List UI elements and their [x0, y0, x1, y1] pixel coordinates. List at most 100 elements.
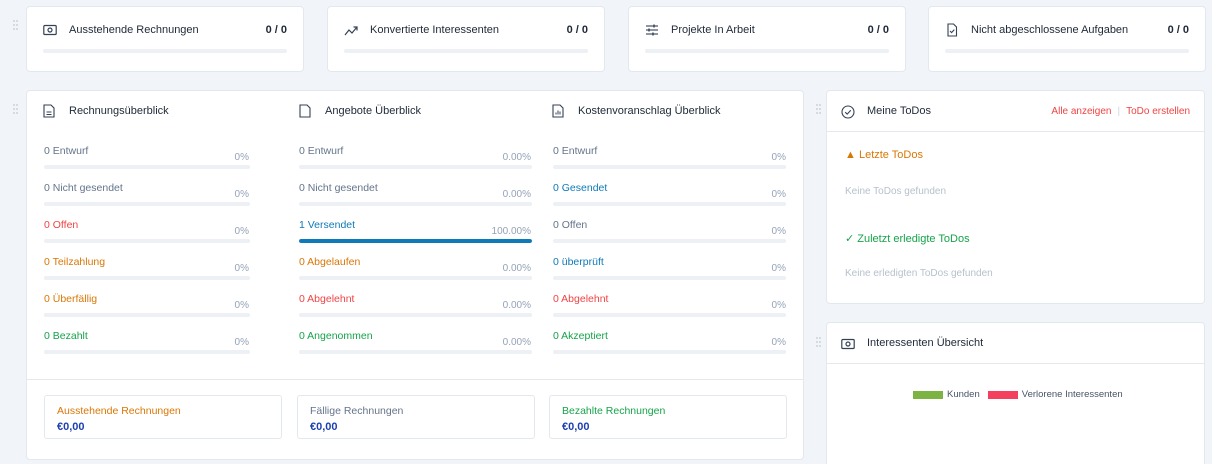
summary-value: €0,00	[562, 421, 590, 433]
money-icon	[43, 24, 57, 36]
quote-status-progress	[299, 313, 532, 317]
quote-status-progress	[299, 202, 532, 206]
stat-card-outstanding-invoices[interactable]: Ausstehende Rechnungen 0 / 0	[26, 6, 304, 72]
section-divider	[827, 363, 1204, 364]
estimate-status-pct: 0%	[771, 226, 786, 237]
stat-count: 0 / 0	[265, 24, 287, 36]
check-icon: ✓	[845, 233, 855, 245]
stat-label: Konvertierte Interessenten	[370, 24, 500, 36]
invoice-status-draft[interactable]: 0 Entwurf	[44, 145, 88, 157]
invoice-status-pct: 0%	[234, 263, 249, 274]
estimate-status-progress	[553, 165, 786, 169]
summary-title: Fällige Rechnungen	[310, 405, 404, 417]
quote-status-not-sent[interactable]: 0 Nicht gesendet	[299, 182, 378, 194]
legend-swatch-lost-leads	[987, 390, 1018, 399]
section-divider	[827, 131, 1204, 132]
quote-status-progress	[299, 350, 532, 354]
finance-overview-card: Rechnungsüberblick 0 Entwurf 0% 0 Nicht …	[26, 90, 804, 460]
leads-overview-card: Interessenten Übersicht Kunden Verlorene…	[826, 322, 1205, 464]
stat-card-projects-in-progress[interactable]: Projekte In Arbeit 0 / 0	[628, 6, 906, 72]
invoice-status-pct: 0%	[234, 300, 249, 311]
drag-handle[interactable]	[13, 104, 19, 114]
quote-status-sent[interactable]: 1 Versendet	[299, 219, 355, 231]
estimate-status-sent[interactable]: 0 Gesendet	[553, 182, 607, 194]
summary-value: €0,00	[310, 421, 338, 433]
estimate-status-reviewed[interactable]: 0 überprüft	[553, 256, 604, 268]
quote-status-accepted[interactable]: 0 Angenommen	[299, 330, 373, 342]
invoice-status-progress	[44, 350, 250, 354]
todos-title: Meine ToDos	[867, 105, 931, 117]
chart-legend: Kunden Verlorene Interessenten	[913, 389, 1123, 400]
estimate-status-pct: 0%	[771, 263, 786, 274]
estimate-status-declined[interactable]: 0 Abgelehnt	[553, 293, 608, 305]
invoice-status-paid[interactable]: 0 Bezahlt	[44, 330, 88, 342]
task-file-icon	[947, 23, 958, 37]
summary-title: Bezahlte Rechnungen	[562, 405, 666, 417]
stat-progress	[344, 49, 588, 53]
latest-todos-empty: Keine ToDos gefunden	[845, 186, 947, 197]
estimate-status-progress	[553, 239, 786, 243]
quotes-overview-heading: Angebote Überblick	[299, 104, 421, 118]
estimates-overview-heading: Kostenvoranschlag Überblick	[552, 104, 720, 118]
link-separator: |	[1117, 106, 1121, 117]
quote-status-pct: 0.00%	[502, 337, 531, 348]
quote-status-pct: 0.00%	[502, 300, 531, 311]
quote-status-draft[interactable]: 0 Entwurf	[299, 145, 343, 157]
quote-status-pct: 0.00%	[502, 263, 531, 274]
invoice-status-progress	[44, 202, 250, 206]
warning-icon: ▲	[845, 149, 856, 161]
todos-card: Meine ToDos Alle anzeigen | ToDo erstellen…	[826, 90, 1205, 304]
stat-card-converted-leads[interactable]: Konvertierte Interessenten 0 / 0	[327, 6, 605, 72]
invoice-status-progress	[44, 239, 250, 243]
quote-status-expired[interactable]: 0 Abgelaufen	[299, 256, 360, 268]
estimate-status-progress	[553, 313, 786, 317]
invoice-status-pct: 0%	[234, 337, 249, 348]
section-divider	[27, 379, 803, 380]
quote-status-progress	[299, 276, 532, 280]
latest-todos-heading: ▲ Letzte ToDos	[845, 149, 923, 161]
invoice-status-overdue[interactable]: 0 Überfällig	[44, 293, 97, 305]
estimate-status-accepted[interactable]: 0 Akzeptiert	[553, 330, 608, 342]
todos-actions: Alle anzeigen | ToDo erstellen	[1051, 106, 1190, 117]
summary-paid-invoices[interactable]: Bezahlte Rechnungen €0,00	[549, 395, 787, 439]
drag-handle[interactable]	[13, 20, 19, 30]
quote-status-declined[interactable]: 0 Abgelehnt	[299, 293, 354, 305]
legend-label-customers[interactable]: Kunden	[947, 389, 980, 400]
estimate-status-pct: 0%	[771, 152, 786, 163]
stat-progress	[43, 49, 287, 53]
legend-swatch-customers	[913, 390, 943, 399]
create-todo-link[interactable]: ToDo erstellen	[1126, 106, 1190, 117]
drag-handle[interactable]	[816, 337, 822, 347]
view-all-todos-link[interactable]: Alle anzeigen	[1051, 106, 1111, 117]
quote-status-pct: 0.00%	[502, 152, 531, 163]
stat-label: Nicht abgeschlossene Aufgaben	[971, 24, 1129, 36]
invoice-status-progress	[44, 313, 250, 317]
invoice-status-pct: 0%	[234, 189, 249, 200]
estimate-status-open[interactable]: 0 Offen	[553, 219, 587, 231]
stat-count: 0 / 0	[867, 24, 889, 36]
completed-todos-heading: ✓ Zuletzt erledigte ToDos	[845, 233, 970, 245]
stat-label: Ausstehende Rechnungen	[69, 24, 199, 36]
invoice-status-not-sent[interactable]: 0 Nicht gesendet	[44, 182, 123, 194]
invoice-status-progress	[44, 276, 250, 280]
estimate-status-progress	[553, 276, 786, 280]
invoice-status-open[interactable]: 0 Offen	[44, 219, 78, 231]
quote-status-progress	[299, 239, 532, 243]
estimate-status-pct: 0%	[771, 337, 786, 348]
quote-status-pct: 100.00%	[491, 226, 531, 237]
stat-card-open-tasks[interactable]: Nicht abgeschlossene Aufgaben 0 / 0	[928, 6, 1206, 72]
summary-due-invoices[interactable]: Fällige Rechnungen €0,00	[297, 395, 535, 439]
sliders-icon	[646, 24, 658, 36]
stat-label: Projekte In Arbeit	[671, 24, 755, 36]
legend-label-lost-leads[interactable]: Verlorene Interessenten	[1022, 389, 1123, 400]
summary-value: €0,00	[57, 421, 85, 433]
summary-outstanding-invoices[interactable]: Ausstehende Rechnungen €0,00	[44, 395, 282, 439]
money-icon	[841, 338, 855, 350]
invoice-status-pct: 0%	[234, 226, 249, 237]
estimate-status-draft[interactable]: 0 Entwurf	[553, 145, 597, 157]
stat-progress	[645, 49, 889, 53]
stat-progress	[945, 49, 1189, 53]
invoice-status-partial[interactable]: 0 Teilzahlung	[44, 256, 105, 268]
drag-handle[interactable]	[816, 104, 822, 114]
stat-count: 0 / 0	[566, 24, 588, 36]
